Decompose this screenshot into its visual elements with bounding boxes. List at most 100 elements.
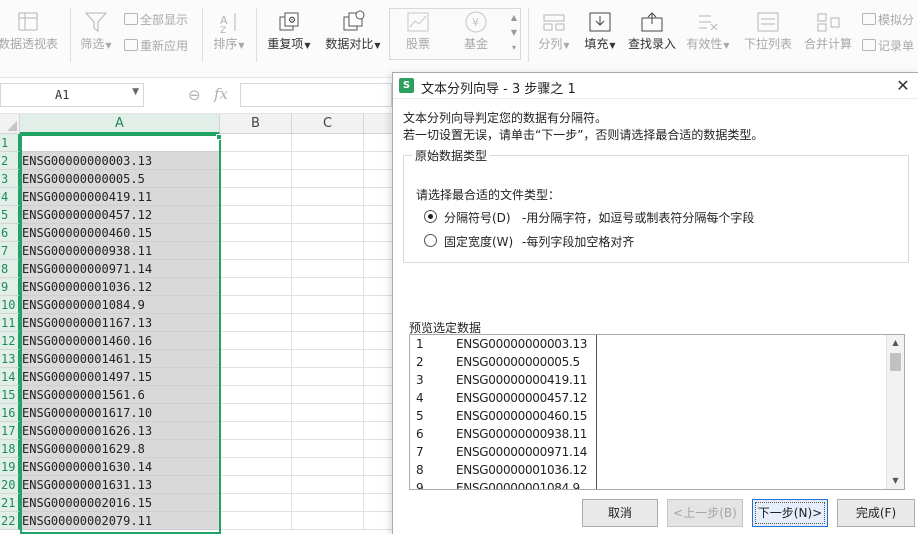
cell-c[interactable] xyxy=(292,458,364,476)
cell-d[interactable] xyxy=(364,368,392,386)
text-to-columns-button[interactable]: 分列▼ xyxy=(534,0,574,62)
cell-b[interactable] xyxy=(220,386,292,404)
finish-button[interactable]: 完成(F) xyxy=(837,499,915,527)
cell-b[interactable] xyxy=(220,476,292,494)
row-header[interactable]: 5 xyxy=(0,206,20,224)
cell-c[interactable] xyxy=(292,440,364,458)
cell-a[interactable]: ENSG00000001460.16 xyxy=(20,332,220,350)
sort-button[interactable]: AZ 排序▼ xyxy=(208,0,250,62)
cell-d[interactable] xyxy=(364,134,392,152)
row-header[interactable]: 10 xyxy=(0,296,20,314)
cell-b[interactable] xyxy=(220,494,292,512)
row-header[interactable]: 13 xyxy=(0,350,20,368)
consolidate-button[interactable]: 合并计算 xyxy=(800,0,856,62)
row-header[interactable]: 20 xyxy=(0,476,20,494)
row-header[interactable]: 3 xyxy=(0,170,20,188)
next-step-button[interactable]: 下一步(N)> xyxy=(752,499,828,527)
cell-b[interactable] xyxy=(220,404,292,422)
cell-c[interactable] xyxy=(292,350,364,368)
lookup-entry-button[interactable]: 查找录入 xyxy=(624,0,680,62)
cell-b[interactable] xyxy=(220,278,292,296)
cell-d[interactable] xyxy=(364,296,392,314)
show-all-button[interactable]: 全部显示 xyxy=(124,12,188,28)
cell-a[interactable]: ENSG00000000971.14 xyxy=(20,260,220,278)
column-header-c[interactable]: C xyxy=(292,114,364,134)
cell-d[interactable] xyxy=(364,170,392,188)
row-header[interactable]: 18 xyxy=(0,440,20,458)
data-compare-button[interactable]: 数据对比▼ xyxy=(322,0,384,62)
cell-c[interactable] xyxy=(292,422,364,440)
cell-d[interactable] xyxy=(364,440,392,458)
previous-step-button[interactable]: <上一步(B) xyxy=(667,499,743,527)
cell-d[interactable] xyxy=(364,476,392,494)
cell-c[interactable] xyxy=(292,404,364,422)
row-header[interactable]: 14 xyxy=(0,368,20,386)
cell-b[interactable] xyxy=(220,350,292,368)
simulate-analysis-button[interactable]: 模拟分 xyxy=(862,12,914,28)
cell-b[interactable] xyxy=(220,368,292,386)
row-header[interactable]: 19 xyxy=(0,458,20,476)
cell-a[interactable]: ENSG00000000460.15 xyxy=(20,224,220,242)
row-header[interactable]: 12 xyxy=(0,332,20,350)
cell-a[interactable]: ENSG00000001561.6 xyxy=(20,386,220,404)
cell-a[interactable] xyxy=(20,134,220,152)
zoom-search-icon[interactable]: ⊖ xyxy=(188,86,201,104)
cell-b[interactable] xyxy=(220,152,292,170)
cell-a[interactable]: ENSG00000002079.11 xyxy=(20,512,220,530)
cell-c[interactable] xyxy=(292,206,364,224)
cell-a[interactable]: ENSG00000000005.5 xyxy=(20,170,220,188)
cancel-button[interactable]: 取消 xyxy=(582,499,658,527)
cell-b[interactable] xyxy=(220,224,292,242)
scroll-down-icon[interactable]: ▼ xyxy=(887,473,904,489)
cell-b[interactable] xyxy=(220,170,292,188)
scroll-up-icon[interactable]: ▲ xyxy=(887,335,904,351)
cell-a[interactable]: ENSG00000000003.13 xyxy=(20,152,220,170)
row-header[interactable]: 22 xyxy=(0,512,20,530)
cell-d[interactable] xyxy=(364,332,392,350)
cell-d[interactable] xyxy=(364,224,392,242)
cell-c[interactable] xyxy=(292,224,364,242)
cell-c[interactable] xyxy=(292,188,364,206)
scroll-thumb[interactable] xyxy=(890,353,901,371)
pivot-table-button[interactable]: 数据透视表 xyxy=(0,0,62,62)
cell-c[interactable] xyxy=(292,476,364,494)
fill-handle[interactable] xyxy=(216,134,222,140)
cell-d[interactable] xyxy=(364,278,392,296)
cell-c[interactable] xyxy=(292,512,364,530)
select-all-corner[interactable] xyxy=(0,114,20,134)
row-header[interactable]: 21 xyxy=(0,494,20,512)
cell-b[interactable] xyxy=(220,440,292,458)
cell-c[interactable] xyxy=(292,314,364,332)
cell-d[interactable] xyxy=(364,386,392,404)
cell-a[interactable]: ENSG00000002016.15 xyxy=(20,494,220,512)
cell-c[interactable] xyxy=(292,296,364,314)
cell-a[interactable]: ENSG00000000938.11 xyxy=(20,242,220,260)
cell-c[interactable] xyxy=(292,134,364,152)
row-header[interactable]: 7 xyxy=(0,242,20,260)
delimited-label[interactable]: 分隔符号(D) xyxy=(444,209,511,226)
row-header[interactable]: 11 xyxy=(0,314,20,332)
cell-d[interactable] xyxy=(364,188,392,206)
cell-a[interactable]: ENSG00000001497.15 xyxy=(20,368,220,386)
row-header[interactable]: 2 xyxy=(0,152,20,170)
fill-button[interactable]: 填充▼ xyxy=(580,0,620,62)
record-form-button[interactable]: 记录单 xyxy=(862,38,914,54)
cell-a[interactable]: ENSG00000001167.13 xyxy=(20,314,220,332)
cell-a[interactable]: ENSG00000001630.14 xyxy=(20,458,220,476)
cell-c[interactable] xyxy=(292,260,364,278)
row-header[interactable]: 17 xyxy=(0,422,20,440)
cell-b[interactable] xyxy=(220,458,292,476)
fixed-width-label[interactable]: 固定宽度(W) xyxy=(444,233,513,250)
cell-b[interactable] xyxy=(220,332,292,350)
cell-b[interactable] xyxy=(220,188,292,206)
row-header[interactable]: 9 xyxy=(0,278,20,296)
cell-c[interactable] xyxy=(292,386,364,404)
cell-a[interactable]: ENSG00000001617.10 xyxy=(20,404,220,422)
dialog-titlebar[interactable]: S 文本分列向导 - 3 步骤之 1 ✕ xyxy=(393,73,918,99)
dropdown-list-button[interactable]: 下拉列表 xyxy=(740,0,796,62)
duplicates-button[interactable]: ⚙ 重复项▼ xyxy=(262,0,316,62)
cell-d[interactable] xyxy=(364,494,392,512)
close-icon[interactable]: ✕ xyxy=(893,76,913,96)
delimited-radio[interactable] xyxy=(424,210,437,223)
reapply-button[interactable]: 重新应用 xyxy=(124,38,188,54)
